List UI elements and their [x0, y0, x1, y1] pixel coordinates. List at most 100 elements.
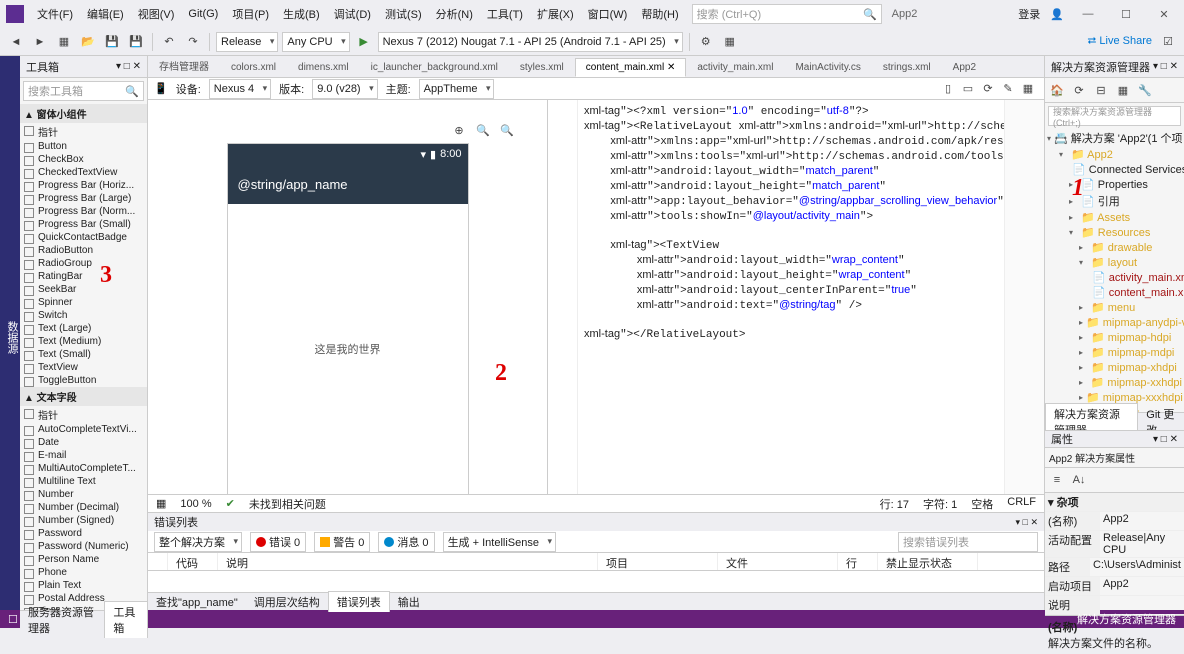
doc-tab[interactable]: colors.xml: [220, 58, 287, 77]
doc-tab[interactable]: 存档管理器: [148, 56, 220, 77]
run-target-combo[interactable]: Nexus 7 (2012) Nougat 7.1 - API 25 (Andr…: [378, 32, 683, 52]
toolbox-item[interactable]: Progress Bar (Large): [20, 192, 147, 205]
error-col[interactable]: 代码: [168, 553, 218, 570]
grid-icon[interactable]: ▦: [1018, 79, 1038, 99]
error-search[interactable]: 搜索错误列表: [898, 532, 1038, 552]
left-dock-strip[interactable]: 数据源: [0, 56, 20, 610]
toolbox-item[interactable]: Text (Large): [20, 322, 147, 335]
minimize-button[interactable]: —: [1074, 4, 1102, 24]
tree-item[interactable]: ▾📁 App2: [1045, 147, 1184, 162]
doc-tab[interactable]: ic_launcher_background.xml: [360, 58, 509, 77]
new-icon[interactable]: ▦: [54, 32, 74, 52]
tree-item[interactable]: ▾📁 layout: [1045, 255, 1184, 270]
tb-misc2-icon[interactable]: ▦: [720, 32, 740, 52]
toolbox-item[interactable]: 指针: [20, 123, 147, 140]
menu-分析(N)[interactable]: 分析(N): [429, 3, 480, 25]
close-button[interactable]: ✕: [1150, 4, 1178, 24]
bottom-tab[interactable]: 输出: [390, 592, 428, 612]
menu-视图(V)[interactable]: 视图(V): [131, 3, 182, 25]
redo-icon[interactable]: ↷: [183, 32, 203, 52]
prop-row[interactable]: 启动项目App2: [1045, 577, 1184, 596]
toolbox-item[interactable]: RadioGroup: [20, 257, 147, 270]
bottom-tab[interactable]: 服务器资源管理器: [20, 602, 104, 638]
doc-tab[interactable]: MainActivity.cs: [784, 58, 871, 77]
toolbox-item[interactable]: Switch: [20, 309, 147, 322]
cat-icon[interactable]: ≡: [1047, 470, 1067, 490]
error-col[interactable]: 说明: [218, 553, 598, 570]
tree-item[interactable]: 📄 activity_main.xml: [1045, 270, 1184, 285]
bottom-tab[interactable]: 调用层次结构: [246, 592, 328, 612]
tree-item[interactable]: ▸📁 mipmap-hdpi: [1045, 330, 1184, 345]
error-col[interactable]: [148, 553, 168, 570]
doc-tab[interactable]: styles.xml: [509, 58, 575, 77]
toolbox-item[interactable]: Progress Bar (Small): [20, 218, 147, 231]
menu-项目(P)[interactable]: 项目(P): [225, 3, 276, 25]
doc-tab[interactable]: activity_main.xml: [686, 58, 784, 77]
minimap[interactable]: [1004, 100, 1044, 494]
toolbox-item[interactable]: Number (Signed): [20, 514, 147, 527]
error-filter-combo[interactable]: 生成 + IntelliSense: [443, 532, 556, 552]
error-col[interactable]: 项目: [598, 553, 718, 570]
az-icon[interactable]: A↓: [1069, 470, 1089, 490]
toolbox-category[interactable]: ▲ 文本字段: [20, 387, 147, 406]
zoom-out-icon[interactable]: 🔍: [497, 120, 517, 140]
doc-tab[interactable]: content_main.xml ✕: [575, 58, 687, 77]
tree-item[interactable]: ▸📁 mipmap-mdpi: [1045, 345, 1184, 360]
toolbox-item[interactable]: SeekBar: [20, 283, 147, 296]
toolbox-item[interactable]: RadioButton: [20, 244, 147, 257]
toolbox-item[interactable]: Text (Medium): [20, 335, 147, 348]
toolbox-item[interactable]: Plain Text: [20, 579, 147, 592]
tree-item[interactable]: ▸📄 引用: [1045, 192, 1184, 210]
toolbox-item[interactable]: ToggleButton: [20, 374, 147, 387]
prop-row[interactable]: 活动配置Release|Any CPU: [1045, 531, 1184, 558]
toolbox-item[interactable]: Progress Bar (Norm...: [20, 205, 147, 218]
toolbox-item[interactable]: QuickContactBadge: [20, 231, 147, 244]
toolbox-item[interactable]: Text (Small): [20, 348, 147, 361]
config-combo[interactable]: Release: [216, 32, 278, 52]
toolbox-item[interactable]: Number: [20, 488, 147, 501]
menu-测试(S)[interactable]: 测试(S): [378, 3, 429, 25]
toolbox-item[interactable]: Person Name: [20, 553, 147, 566]
toolbox-item[interactable]: AutoCompleteTextVi...: [20, 423, 147, 436]
live-share-button[interactable]: ⮂ Live Share: [1088, 35, 1152, 48]
error-col[interactable]: 文件: [718, 553, 838, 570]
doc-tab[interactable]: dimens.xml: [287, 58, 360, 77]
toolbox-item[interactable]: 指针: [20, 406, 147, 423]
bottom-tab[interactable]: 查找"app_name": [148, 592, 246, 612]
menu-生成(B)[interactable]: 生成(B): [276, 3, 327, 25]
tree-item[interactable]: ▸📁 mipmap-anydpi-v26: [1045, 315, 1184, 330]
menu-扩展(X)[interactable]: 扩展(X): [530, 3, 581, 25]
tb-misc-icon[interactable]: ⚙: [696, 32, 716, 52]
home-icon[interactable]: 🏠: [1047, 80, 1067, 100]
toolbox-item[interactable]: CheckedTextView: [20, 166, 147, 179]
tree-item[interactable]: ▸📁 Assets: [1045, 210, 1184, 225]
menu-窗口(W)[interactable]: 窗口(W): [581, 3, 635, 25]
menu-工具(T)[interactable]: 工具(T): [480, 3, 530, 25]
toolbox-item[interactable]: MultiAutoCompleteT...: [20, 462, 147, 475]
toolbox-item[interactable]: Password (Numeric): [20, 540, 147, 553]
doc-tab[interactable]: App2: [942, 58, 987, 77]
save-icon[interactable]: 💾: [102, 32, 122, 52]
error-col[interactable]: 禁止显示状态: [878, 553, 978, 570]
solution-search[interactable]: 搜索解决方案资源管理器 (Ctrl+;): [1048, 106, 1181, 126]
version-combo[interactable]: 9.0 (v28): [312, 79, 377, 99]
toolbox-item[interactable]: CheckBox: [20, 153, 147, 166]
toolbox-category[interactable]: ▲ 窗体小组件: [20, 104, 147, 123]
menu-调试(D)[interactable]: 调试(D): [327, 3, 378, 25]
tree-item[interactable]: ▸📁 drawable: [1045, 240, 1184, 255]
props-icon[interactable]: 🔧: [1135, 80, 1155, 100]
prop-row[interactable]: 路径C:\Users\Administ: [1045, 558, 1184, 577]
code-editor[interactable]: xml-tag"><?xml version="1.0" encoding="u…: [548, 100, 1044, 494]
solution-tree[interactable]: ▾📇 解决方案 'App2'(1 个项目/共 1 ▾📁 App2📄 Connec…: [1045, 129, 1184, 412]
tree-item[interactable]: ▸📁 mipmap-xxhdpi: [1045, 375, 1184, 390]
tree-item[interactable]: ▾📁 Resources: [1045, 225, 1184, 240]
toolbox-item[interactable]: Button: [20, 140, 147, 153]
mode-land-icon[interactable]: ▭: [958, 79, 978, 99]
prop-row[interactable]: (名称)App2: [1045, 512, 1184, 531]
toolbox-item[interactable]: Password: [20, 527, 147, 540]
device-combo[interactable]: Nexus 4: [209, 79, 271, 99]
errors-pill[interactable]: 错误 0: [250, 532, 306, 552]
login-link[interactable]: 登录: [1018, 6, 1040, 22]
saveall-icon[interactable]: 💾: [126, 32, 146, 52]
pin-icon[interactable]: ▾ □ ✕: [116, 61, 141, 72]
